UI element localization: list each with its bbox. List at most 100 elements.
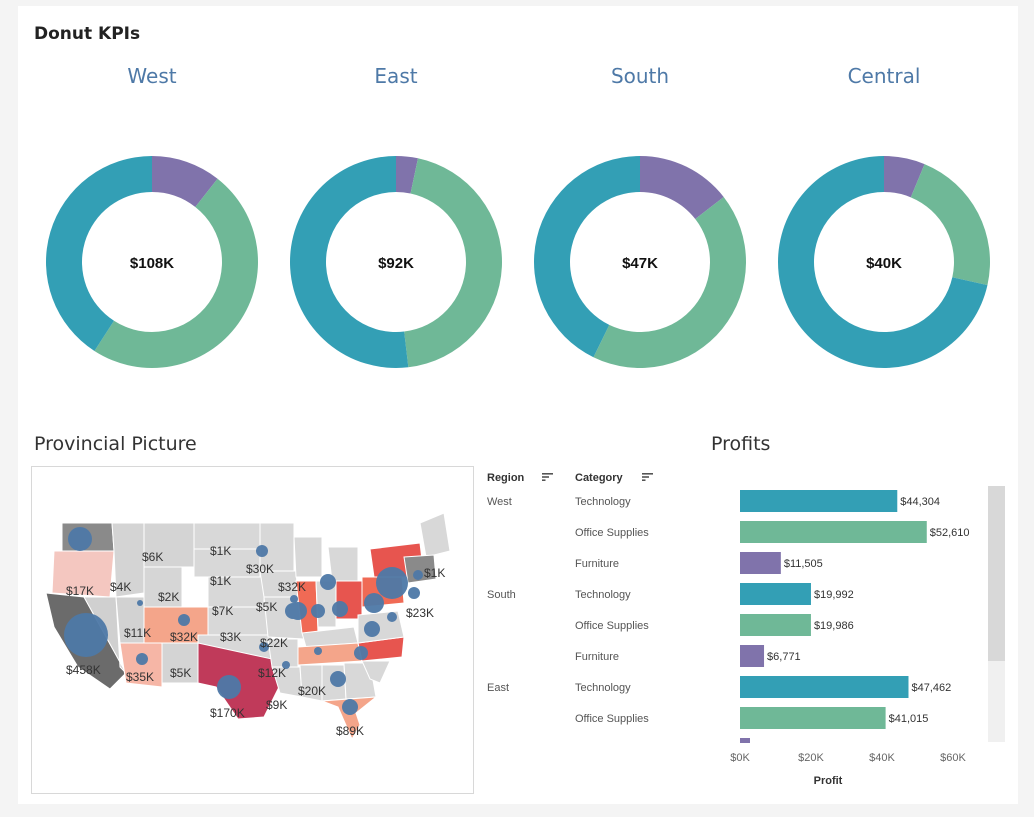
bubble-pennsylvania[interactable] — [364, 593, 384, 613]
bubble-kentucky[interactable] — [314, 647, 322, 655]
table-cell-region: East — [487, 682, 510, 694]
bubble-virginia[interactable] — [364, 621, 380, 637]
donut-center-label: $108K — [130, 255, 174, 272]
profit-bar-chart[interactable]: $44,304 $52,610 $11,505 $19,992 $19,986 $6,77… — [700, 480, 990, 790]
donut-chart[interactable]: $92K — [284, 150, 508, 374]
map-label: $1K — [210, 544, 231, 558]
bar-value-label: $52,610 — [930, 527, 970, 539]
map-label: $35K — [126, 670, 154, 684]
map-label: $12K — [258, 666, 286, 680]
bubble-minnesota[interactable] — [256, 545, 268, 557]
map-label: $5K — [170, 666, 191, 680]
bubble-illinois[interactable] — [289, 602, 307, 620]
region-header[interactable]: Region — [487, 472, 524, 484]
x-axis-label: Profit — [814, 775, 843, 787]
map-states — [45, 512, 451, 741]
donut-west[interactable]: West $108K — [32, 60, 272, 380]
bubble-massachusetts[interactable] — [413, 570, 423, 580]
bubble-georgia[interactable] — [330, 671, 346, 687]
map-label: $1K — [424, 566, 445, 580]
x-tick-label: $40K — [869, 752, 895, 764]
bubble-texas[interactable] — [217, 675, 241, 699]
scrollbar-thumb[interactable] — [988, 486, 1005, 661]
bubble-north-carolina[interactable] — [354, 646, 368, 660]
table-cell-region: West — [487, 496, 512, 508]
bar-value-label: $6,771 — [767, 651, 801, 663]
donut-east[interactable]: East $92K — [276, 60, 516, 380]
table-cell-region: South — [487, 589, 516, 601]
map-label: $6K — [142, 550, 163, 564]
bar-value-label: $41,015 — [889, 713, 929, 725]
map-title: Provincial Picture — [34, 433, 197, 455]
map-label: $20K — [298, 684, 326, 698]
map-label: $32K — [170, 630, 198, 644]
us-map[interactable]: $6K $1K $4K $2K $1K $30K $1K $17K $7K $3… — [32, 467, 473, 793]
bar[interactable] — [740, 676, 909, 698]
bubble-ohio[interactable] — [332, 601, 348, 617]
bubble-arizona[interactable] — [136, 653, 148, 665]
category-header[interactable]: Category — [575, 472, 623, 484]
map-label: $32K — [278, 580, 306, 594]
bar-partial — [740, 738, 750, 743]
bubble-washington[interactable] — [68, 527, 92, 551]
donut-region-name: South — [610, 64, 670, 88]
map-label: $17K — [66, 584, 94, 598]
bubble-maryland[interactable] — [387, 612, 397, 622]
bubble-new-york[interactable] — [376, 567, 408, 599]
map-label: $458K — [66, 663, 101, 677]
donut-chart[interactable]: $47K — [528, 150, 752, 374]
donut-center-label: $40K — [866, 255, 902, 272]
donut-region-name: West — [127, 64, 177, 88]
x-tick-label: $60K — [940, 752, 966, 764]
map-label: $30K — [246, 562, 274, 576]
donut-central[interactable]: Central $40K — [764, 60, 1004, 380]
donut-segment-office-supplies[interactable] — [910, 164, 990, 286]
donut-region-name: Central — [847, 64, 921, 88]
bar[interactable] — [740, 521, 927, 543]
bubble-california[interactable] — [64, 613, 108, 657]
x-tick-label: $20K — [798, 752, 824, 764]
bar-value-label: $47,462 — [911, 682, 951, 694]
dashboard-title: Donut KPIs — [34, 24, 141, 44]
bars-title: Profits — [711, 433, 771, 455]
x-tick-label: $0K — [730, 752, 750, 764]
table-cell-category: Office Supplies — [575, 713, 649, 725]
donut-segment-technology[interactable] — [46, 156, 153, 352]
map-label: $2K — [158, 590, 179, 604]
map-label: $89K — [336, 724, 364, 738]
bar[interactable] — [740, 707, 886, 729]
map-view[interactable]: $6K $1K $4K $2K $1K $30K $1K $17K $7K $3… — [31, 466, 474, 794]
bubble-colorado[interactable] — [178, 614, 190, 626]
table-cell-category: Furniture — [575, 651, 620, 663]
map-label: $170K — [210, 706, 245, 720]
map-label: $7K — [212, 604, 233, 618]
map-label: $23K — [406, 606, 434, 620]
sort-icon[interactable] — [642, 472, 654, 482]
bubble-new-jersey[interactable] — [408, 587, 420, 599]
state-maine[interactable] — [419, 512, 451, 558]
map-label: $11K — [124, 626, 151, 640]
bubble-iowa[interactable] — [290, 595, 298, 603]
donut-segment-office-supplies[interactable] — [593, 196, 746, 368]
bubble-michigan[interactable] — [320, 574, 336, 590]
donut-chart[interactable]: $40K — [772, 150, 996, 374]
table-cell-category: Office Supplies — [575, 620, 649, 632]
bar[interactable] — [740, 645, 765, 667]
donut-segment-office-supplies[interactable] — [94, 178, 258, 368]
bubble-indiana[interactable] — [311, 604, 325, 618]
sort-icon[interactable] — [542, 472, 554, 482]
bubble-utah[interactable] — [137, 600, 143, 606]
table-cell-category: Furniture — [575, 558, 620, 570]
state-wisconsin[interactable] — [293, 536, 323, 578]
bubble-florida[interactable] — [342, 699, 358, 715]
donut-south[interactable]: South $47K — [520, 60, 760, 380]
bar[interactable] — [740, 583, 811, 605]
state-tennessee[interactable] — [297, 642, 363, 666]
map-label: $3K — [220, 630, 241, 644]
donut-chart[interactable]: $108K — [40, 150, 264, 374]
bar-value-label: $19,986 — [814, 620, 854, 632]
donut-segment-office-supplies[interactable] — [404, 158, 503, 368]
bar[interactable] — [740, 490, 898, 512]
bar[interactable] — [740, 552, 781, 574]
bar[interactable] — [740, 614, 811, 636]
